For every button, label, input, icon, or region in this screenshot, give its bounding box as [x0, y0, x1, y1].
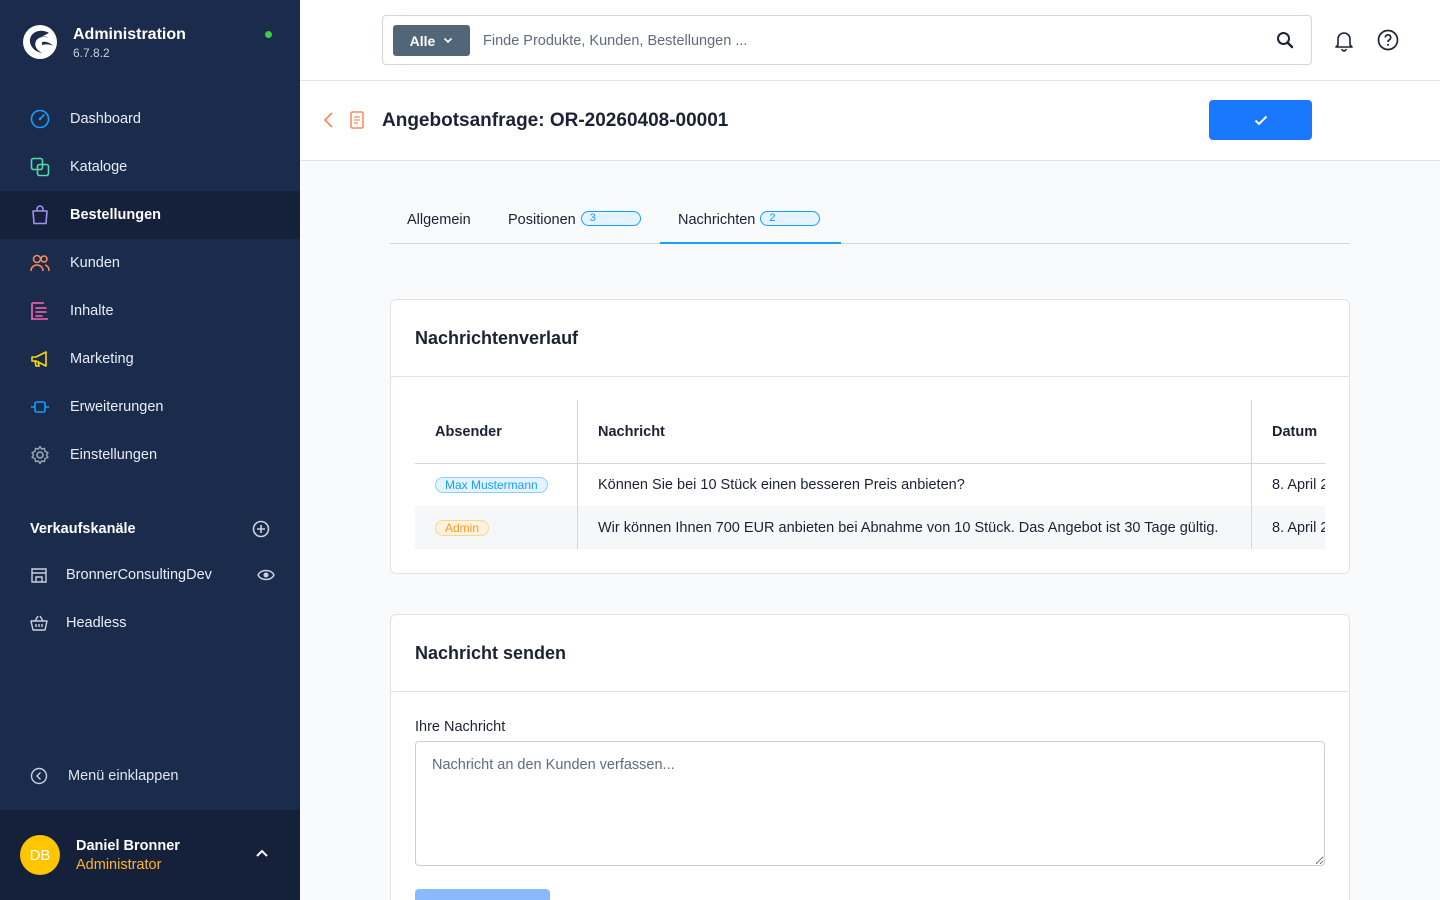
add-sales-channel-icon[interactable] — [252, 520, 270, 538]
user-name: Daniel Bronner — [76, 838, 180, 854]
page-title: Angebotsanfrage: OR-20260408-00001 — [382, 110, 729, 131]
nav-label: Kataloge — [70, 159, 128, 175]
back-arrow-icon[interactable] — [322, 111, 334, 129]
nav-item-einstellungen[interactable]: Einstellungen — [0, 431, 300, 479]
main-nav: Dashboard Kataloge Bestellungen Kunden I… — [0, 95, 300, 479]
extensions-plug-icon — [30, 397, 50, 417]
sender-badge: Admin — [435, 519, 490, 536]
tab-positionen[interactable]: Positionen 3 — [508, 199, 641, 244]
nav-label: Kunden — [70, 255, 120, 271]
search-type-label: Alle — [409, 32, 436, 49]
brand-version: 6.7.8.2 — [73, 46, 110, 60]
sales-channel-label: BronnerConsultingDev — [66, 567, 212, 583]
eye-icon[interactable] — [257, 568, 275, 582]
card-title: Nachrichtenverlauf — [415, 328, 579, 348]
content-icon — [30, 301, 50, 321]
sales-channels-title: Verkaufskanäle — [30, 521, 136, 537]
tab-allgemein[interactable]: Allgemein — [407, 199, 471, 244]
brand[interactable]: Administration 6.7.8.2 — [22, 24, 186, 60]
chevron-down-icon — [444, 37, 453, 44]
sales-channel-bronnerconsultingdev[interactable]: BronnerConsultingDev — [30, 566, 275, 584]
tab-label: Allgemein — [407, 212, 471, 228]
save-button[interactable] — [1209, 100, 1312, 140]
nav-label: Bestellungen — [70, 207, 162, 223]
nav-label: Dashboard — [70, 111, 141, 127]
nav-item-marketing[interactable]: Marketing — [0, 335, 300, 383]
message-history-card: Nachrichtenverlauf Absender Nachricht Da… — [390, 299, 1350, 574]
tab-nachrichten[interactable]: Nachrichten 2 — [660, 199, 841, 244]
column-divider — [1251, 400, 1252, 549]
online-status-dot — [265, 31, 272, 38]
sender-cell: Max Mustermann — [415, 464, 578, 506]
collapse-label: Menü einklappen — [68, 768, 179, 784]
basket-icon — [30, 615, 48, 631]
avatar: DB — [20, 835, 60, 875]
message-cell: Können Sie bei 10 Stück einen besseren P… — [598, 477, 965, 493]
column-header[interactable]: Absender — [415, 400, 578, 463]
nav-item-bestellungen[interactable]: Bestellungen — [0, 191, 300, 239]
send-message-card: Nachricht senden Ihre Nachricht — [390, 614, 1350, 900]
sender-cell: Admin — [415, 506, 578, 549]
brand-title: Administration — [73, 26, 186, 43]
dashboard-icon — [30, 109, 50, 129]
marketing-megaphone-icon — [30, 349, 50, 369]
storefront-icon — [31, 568, 47, 583]
nav-item-kunden[interactable]: Kunden — [0, 239, 300, 287]
nav-label: Erweiterungen — [70, 399, 164, 415]
column-divider — [577, 400, 578, 549]
search-type-dropdown[interactable]: Alle — [393, 25, 470, 56]
table-header: Absender Nachricht Datum — [415, 400, 1325, 464]
checkmark-icon — [1254, 115, 1267, 125]
user-menu[interactable]: DB Daniel Bronner Administrator — [0, 810, 300, 900]
chevron-up-icon[interactable] — [255, 848, 269, 858]
document-icon — [350, 111, 364, 129]
table-row: Max Mustermann Können Sie bei 10 Stück e… — [415, 464, 1325, 506]
message-field-label: Ihre Nachricht — [415, 719, 506, 735]
sender-badge: Max Mustermann — [435, 477, 548, 493]
sales-channels-heading: Verkaufskanäle — [30, 520, 270, 538]
message-cell: Wir können Ihnen 700 EUR anbieten bei Ab… — [598, 519, 1219, 536]
catalog-icon — [30, 157, 50, 177]
date-cell: 8. April 2026 — [1272, 519, 1325, 536]
customers-icon — [30, 253, 50, 273]
date-cell: 8. April 2026 — [1272, 477, 1325, 493]
nav-item-kataloge[interactable]: Kataloge — [0, 143, 300, 191]
message-table: Absender Nachricht Datum Max Mustermann … — [415, 400, 1325, 549]
user-role: Administrator — [76, 857, 162, 873]
tab-bar: Allgemein Positionen 3 Nachrichten 2 — [390, 199, 1350, 244]
table-row: Admin Wir können Ihnen 700 EUR anbieten … — [415, 506, 1325, 549]
settings-gear-icon — [30, 445, 50, 465]
sales-channel-label: Headless — [66, 615, 127, 631]
count-badge: 2 — [760, 211, 821, 226]
nav-label: Inhalte — [70, 303, 114, 319]
card-title: Nachricht senden — [415, 643, 567, 663]
send-message-button[interactable] — [415, 889, 550, 900]
sales-channel-headless[interactable]: Headless — [30, 614, 275, 632]
count-badge: 3 — [580, 211, 641, 226]
page-header: Angebotsanfrage: OR-20260408-00001 — [300, 81, 1440, 161]
sidebar: Administration 6.7.8.2 Dashboard Katalog… — [0, 0, 300, 900]
column-header[interactable]: Nachricht — [578, 400, 1252, 463]
help-icon[interactable] — [1377, 29, 1399, 51]
message-textarea[interactable] — [415, 741, 1325, 866]
tab-label: Nachrichten — [678, 212, 756, 228]
nav-item-erweiterungen[interactable]: Erweiterungen — [0, 383, 300, 431]
nav-item-dashboard[interactable]: Dashboard — [0, 95, 300, 143]
search-input[interactable] — [483, 26, 1243, 56]
shopware-logo-icon — [23, 25, 57, 59]
divider — [391, 376, 1349, 377]
orders-bag-icon — [30, 205, 50, 225]
nav-label: Einstellungen — [70, 447, 158, 463]
nav-item-inhalte[interactable]: Inhalte — [0, 287, 300, 335]
search-icon[interactable] — [1276, 31, 1294, 49]
chevron-left-circle-icon — [30, 767, 48, 785]
divider — [391, 691, 1349, 692]
tab-label: Positionen — [508, 212, 576, 228]
nav-label: Marketing — [70, 351, 134, 367]
notification-bell-icon[interactable] — [1334, 30, 1354, 52]
top-bar: Alle — [300, 0, 1440, 81]
global-search: Alle — [382, 15, 1312, 65]
collapse-menu-button[interactable]: Menü einklappen — [30, 767, 178, 785]
column-header[interactable]: Datum — [1252, 400, 1325, 463]
